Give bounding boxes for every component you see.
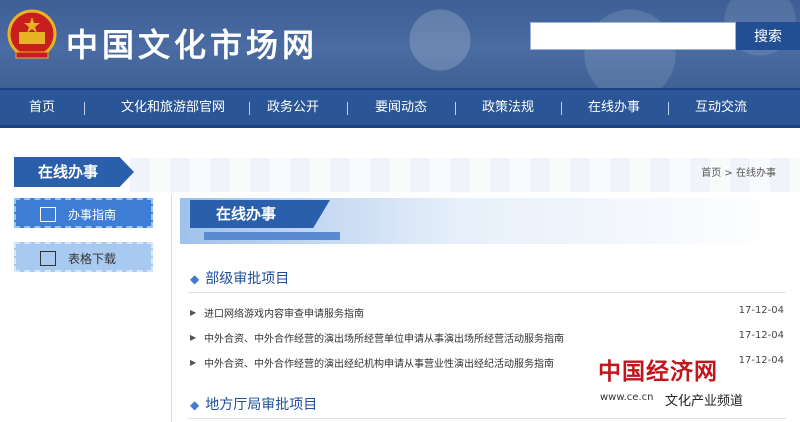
nav-item-government-affairs[interactable]: 政务公开 [262, 90, 324, 125]
list-item-date: 17-12-04 [738, 305, 784, 316]
national-emblem-icon [7, 9, 57, 59]
watermark-url: www.ce.cn [600, 392, 654, 403]
site-title: 中国文化市场网 [66, 26, 319, 64]
sidebar-item-form-download[interactable]: 表格下载 [14, 242, 153, 272]
breadcrumb: 首页 > 在线办事 [701, 168, 776, 179]
category-title: ◆ 地方厅局审批项目 [190, 397, 318, 413]
arrow-right-icon: ▶ [190, 358, 197, 367]
nav-item-home[interactable]: 首页 [24, 90, 60, 125]
list-item-title[interactable]: 进口网络游戏内容审查申请服务指南 [204, 305, 364, 320]
search-button[interactable]: 搜索 [736, 22, 800, 50]
list-item-date: 17-12-04 [738, 330, 784, 341]
nav-item-interaction[interactable]: 互动交流 [690, 90, 752, 125]
list-item-date: 17-12-04 [738, 355, 784, 366]
edit-icon [40, 207, 56, 222]
nav-item-ministry[interactable]: 文化和旅游部官网 [103, 90, 243, 125]
nav-divider [668, 102, 669, 115]
sidebar-item-label: 办事指南 [68, 208, 117, 222]
nav-item-online-services[interactable]: 在线办事 [583, 90, 645, 125]
site-header: 中国文化市场网 搜索 [0, 0, 800, 88]
arrow-right-icon: ▶ [190, 308, 197, 317]
category-title: ◆ 部级审批项目 [190, 271, 290, 287]
title-underline [204, 232, 340, 240]
nav-divider [249, 102, 250, 115]
list-item[interactable]: ▶ 中外合资、中外合作经营的演出场所经营单位申请从事演出场所经营活动服务指南 1… [190, 330, 788, 348]
decorative-pattern [130, 158, 800, 192]
divider [188, 292, 786, 293]
nav-divider [84, 102, 85, 115]
nav-item-news[interactable]: 要闻动态 [370, 90, 432, 125]
list-icon [40, 251, 56, 266]
main-title: 在线办事 [190, 200, 330, 228]
sidebar-item-label: 表格下载 [68, 252, 117, 266]
diamond-icon: ◆ [190, 398, 200, 412]
divider [188, 418, 786, 419]
main-nav: 首页 文化和旅游部官网 政务公开 要闻动态 政策法规 在线办事 互动交流 [0, 88, 800, 128]
watermark-channel: 文化产业频道 [665, 394, 744, 409]
arrow-right-icon: ▶ [190, 333, 197, 342]
watermark-logo: 中国经济网 [598, 358, 718, 385]
list-item-title[interactable]: 中外合资、中外合作经营的演出经纪机构申请从事营业性演出经纪活动服务指南 [204, 355, 554, 370]
list-item-title[interactable]: 中外合资、中外合作经营的演出场所经营单位申请从事演出场所经营活动服务指南 [204, 330, 564, 345]
nav-divider [561, 102, 562, 115]
sidebar-item-service-guide[interactable]: 办事指南 [14, 198, 153, 228]
nav-item-policies[interactable]: 政策法规 [477, 90, 539, 125]
list-item[interactable]: ▶ 进口网络游戏内容审查申请服务指南 17-12-04 [190, 305, 788, 323]
column-divider [171, 195, 172, 422]
nav-divider [455, 102, 456, 115]
section-title: 在线办事 [14, 157, 134, 187]
search-input[interactable] [530, 22, 736, 50]
nav-divider [347, 102, 348, 115]
diamond-icon: ◆ [190, 272, 200, 286]
